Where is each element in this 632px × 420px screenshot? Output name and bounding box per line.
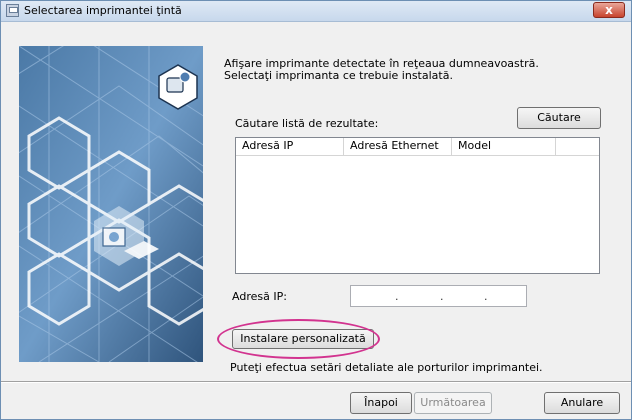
back-button[interactable]: Înapoi xyxy=(350,392,412,414)
ip-address-label: Adresă IP: xyxy=(232,290,287,303)
footer-separator xyxy=(1,381,631,383)
custom-install-description: Puteţi efectua setări detaliate ale port… xyxy=(230,361,543,374)
column-ethernet-address[interactable]: Adresă Ethernet xyxy=(344,138,452,155)
instruction-line-2: Selectaţi imprimanta ce trebuie instalat… xyxy=(224,69,453,82)
close-button[interactable]: x xyxy=(593,2,625,18)
cancel-button[interactable]: Anulare xyxy=(544,392,620,414)
highlight-ring xyxy=(217,319,380,359)
next-button: Următoarea xyxy=(414,392,492,414)
printer-icon xyxy=(6,4,19,17)
side-illustration xyxy=(19,46,203,362)
column-ip-address[interactable]: Adresă IP xyxy=(236,138,344,155)
hexagon-pattern xyxy=(19,46,203,362)
search-button[interactable]: Căutare xyxy=(517,107,601,129)
list-header: Adresă IP Adresă Ethernet Model xyxy=(236,138,599,156)
column-model[interactable]: Model xyxy=(452,138,556,155)
ip-address-field[interactable]: . . . xyxy=(350,285,527,307)
dialog-window: Selectarea imprimantei ţintă x Afişare i… xyxy=(0,0,632,420)
title-bar[interactable]: Selectarea imprimantei ţintă x xyxy=(1,1,631,22)
printer-results-list[interactable]: Adresă IP Adresă Ethernet Model xyxy=(235,137,600,274)
search-results-label: Căutare listă de rezultate: xyxy=(235,117,379,130)
window-title: Selectarea imprimantei ţintă xyxy=(24,4,182,17)
